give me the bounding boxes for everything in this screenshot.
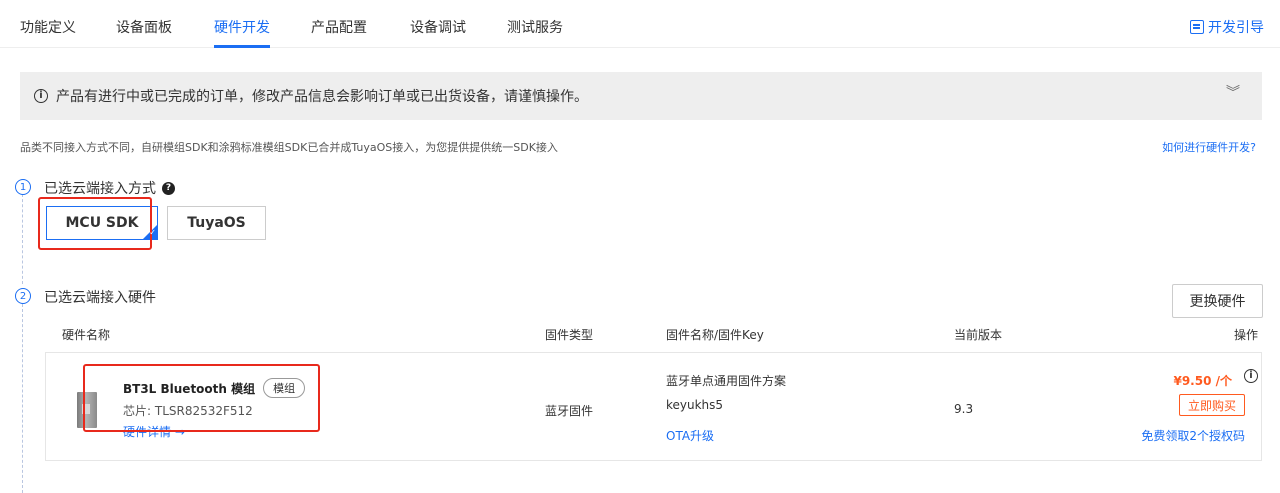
- step-1-title: 已选云端接入方式 ?: [44, 178, 175, 198]
- tab-device-debug[interactable]: 设备调试: [410, 17, 466, 37]
- module-badge: 模组: [263, 378, 306, 398]
- warning-text: 产品有进行中或已完成的订单，修改产品信息会影响订单或已出货设备，请谨慎操作。: [56, 89, 588, 105]
- step-2-title-text: 已选云端接入硬件: [44, 290, 156, 306]
- hardware-module-image: [77, 392, 97, 428]
- info-icon: i: [34, 89, 48, 103]
- selected-check-icon: ✓: [149, 228, 156, 237]
- dev-guide-label: 开发引导: [1208, 20, 1264, 36]
- tab-device-panel[interactable]: 设备面板: [116, 17, 172, 37]
- free-license-link[interactable]: 免费领取2个授权码: [1141, 427, 1245, 444]
- double-chevron-down-icon[interactable]: ︾: [1226, 86, 1240, 100]
- step-2-marker: 2: [15, 288, 31, 304]
- step-connector-line: [22, 194, 23, 284]
- firmware-name: 蓝牙单点通用固件方案: [666, 374, 787, 388]
- option-tuyaos-label: TuyaOS: [187, 215, 246, 231]
- warning-banner: i 产品有进行中或已完成的订单，修改产品信息会影响订单或已出货设备，请谨慎操作。…: [20, 72, 1262, 120]
- hardware-dev-help-link[interactable]: 如何进行硬件开发?: [1162, 139, 1256, 155]
- option-mcu-sdk[interactable]: MCU SDK ✓: [46, 206, 158, 240]
- hardware-detail-link[interactable]: 硬件详情 →: [123, 423, 185, 440]
- unit-price: ¥9.50 /个: [1173, 374, 1232, 388]
- firmware-key: keyukhs5: [666, 398, 724, 412]
- tab-function-definition[interactable]: 功能定义: [20, 17, 76, 37]
- option-mcu-sdk-label: MCU SDK: [65, 215, 139, 231]
- chip-model: 芯片: TLSR82532F512: [123, 404, 253, 418]
- hardware-name-text: BT3L Bluetooth 模组: [123, 381, 256, 396]
- column-header-firmware-name-key: 固件名称/固件Key: [666, 328, 764, 342]
- column-header-hardware-name: 硬件名称: [62, 328, 111, 342]
- guide-document-icon: [1190, 20, 1204, 34]
- column-header-actions: 操作: [1233, 328, 1258, 342]
- price-info-icon[interactable]: i: [1244, 369, 1258, 383]
- access-description: 品类不同接入方式不同，自研模组SDK和涂鸦标准模组SDK已合并成TuyaOS接入…: [20, 141, 558, 154]
- step-1-marker: 1: [15, 179, 31, 195]
- help-icon[interactable]: ?: [162, 181, 175, 195]
- current-version: 9.3: [954, 402, 974, 416]
- column-header-current-version: 当前版本: [954, 328, 1003, 342]
- step-1-title-text: 已选云端接入方式: [44, 181, 156, 197]
- step-connector-line-2: [22, 304, 23, 493]
- dev-guide-link[interactable]: 开发引导: [1190, 17, 1264, 37]
- hardware-name: BT3L Bluetooth 模组 模组: [123, 378, 306, 398]
- step-2-title: 已选云端接入硬件: [44, 287, 156, 307]
- change-hardware-button[interactable]: 更换硬件: [1172, 284, 1263, 318]
- tab-hardware-development[interactable]: 硬件开发: [214, 17, 270, 37]
- tab-product-config[interactable]: 产品配置: [311, 17, 367, 37]
- ota-upgrade-link[interactable]: OTA升级: [666, 427, 714, 444]
- buy-now-button[interactable]: 立即购买: [1179, 394, 1245, 416]
- firmware-type: 蓝牙固件: [545, 404, 594, 418]
- active-tab-indicator: [214, 45, 270, 48]
- column-header-firmware-type: 固件类型: [545, 328, 594, 342]
- top-navigation: 功能定义 设备面板 硬件开发 产品配置 设备调试 测试服务 开发引导: [0, 0, 1280, 48]
- option-tuyaos[interactable]: TuyaOS: [167, 206, 266, 240]
- tab-test-service[interactable]: 测试服务: [507, 17, 563, 37]
